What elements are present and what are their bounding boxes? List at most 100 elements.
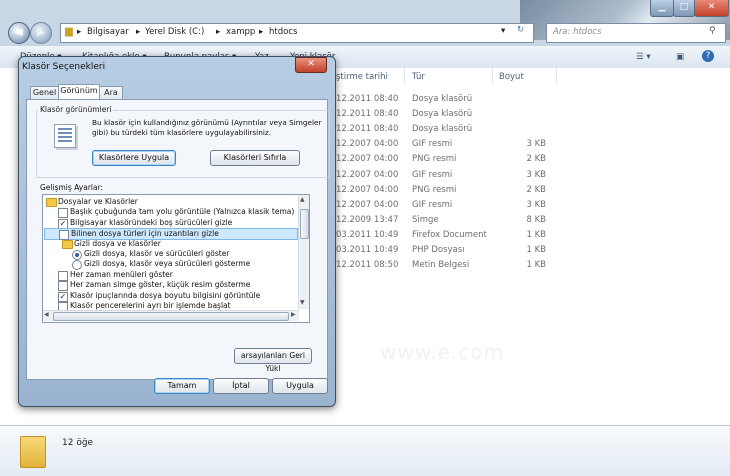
file-date: 12.2007 04:00: [336, 139, 399, 150]
scroll-thumb[interactable]: [300, 209, 309, 239]
vertical-scrollbar[interactable]: ▲ ▼: [298, 195, 309, 309]
help-icon[interactable]: ?: [702, 50, 714, 62]
tree-item[interactable]: ✓ Klasör ipuçlarında dosya boyutu bilgisi…: [44, 290, 296, 302]
column-header-size[interactable]: Boyut: [499, 72, 524, 88]
restore-defaults-button[interactable]: arsayılanları Geri Yükl: [234, 348, 312, 373]
view-options-icon[interactable]: ☰ ▾: [636, 52, 651, 62]
file-size: 2 KB: [526, 184, 546, 195]
ok-button[interactable]: Tamam: [154, 378, 210, 394]
file-size: 3 KB: [526, 169, 546, 180]
file-type: Dosya klasörü: [412, 109, 473, 120]
group-description: Bu klasör için kullandığınız görünümü (A…: [92, 118, 322, 127]
tree-item[interactable]: ✓ Bilgisayar klasöründeki boş sürücüleri …: [44, 217, 296, 229]
search-box[interactable]: Ara: htdocs ⚲: [546, 23, 726, 43]
file-date: 03.2011 10:49: [336, 229, 399, 240]
file-date: 12.2011 08:40: [336, 124, 399, 135]
chevron-right-icon: ▸: [259, 27, 264, 37]
minimize-button[interactable]: ▁: [650, 0, 674, 17]
search-icon[interactable]: ⚲: [709, 26, 716, 36]
file-size: 1 KB: [526, 260, 546, 271]
tab-general[interactable]: Genel: [30, 86, 59, 100]
tree-item-label: Gizli dosya, klasör veya sürücüleri göst…: [84, 259, 251, 269]
tree-item-label: Her zaman simge göster, küçük resim göst…: [70, 280, 251, 290]
chevron-right-icon: ▸: [77, 27, 82, 37]
refresh-icon[interactable]: ↻: [517, 25, 524, 35]
file-size: 1 KB: [526, 245, 546, 255]
forward-button[interactable]: ▶: [30, 22, 52, 44]
file-date: 12.2009 13:47: [336, 214, 399, 225]
search-placeholder[interactable]: Ara: htdocs: [553, 27, 602, 37]
apply-button[interactable]: Uygula: [272, 378, 328, 394]
details-pane: 12 öğe: [0, 425, 730, 476]
tree-item-label: Dosyalar ve Klasörler: [58, 197, 138, 206]
breadcrumb-xampp[interactable]: xampp: [226, 27, 255, 37]
file-size: 8 KB: [526, 214, 546, 225]
file-type: Dosya klasörü: [412, 94, 473, 104]
file-size: 3 KB: [526, 199, 546, 210]
tree-item-label: Başlık çubuğunda tam yolu görüntüle (Yal…: [70, 207, 295, 217]
file-type: GIF resmi: [412, 169, 453, 180]
chevron-right-icon: ▸: [216, 27, 221, 37]
tree-item: Dosyalar ve Klasörler: [44, 197, 296, 207]
file-date: 12.2011 08:40: [336, 109, 399, 120]
tree-item-label: Gizli dosya, klasör ve sürücüleri göster: [84, 249, 230, 258]
folder-icon: [46, 198, 57, 207]
dialog-close-button[interactable]: ✕: [295, 57, 327, 73]
tree-item[interactable]: Her zaman menüleri göster: [44, 269, 296, 281]
file-type: Metin Belgesi: [412, 260, 470, 271]
tree-item[interactable]: Gizli dosya, klasör ve sürücüleri göster: [44, 249, 296, 260]
breadcrumb-bilgisayar[interactable]: Bilgisayar: [87, 27, 129, 37]
tree-item-label: Bilgisayar klasöründeki boş sürücüleri g…: [70, 217, 233, 227]
reset-folders-button[interactable]: Klasörleri Sıfırla: [210, 150, 300, 166]
tab-search[interactable]: Ara: [99, 86, 123, 100]
dialog-title: Klasör Seçenekleri: [22, 62, 106, 72]
item-count: 12 öğe: [62, 438, 94, 448]
file-date: 12.2011 08:50: [336, 260, 399, 271]
file-date: 12.2007 04:00: [336, 184, 399, 195]
group-description: gibi) bu türdeki tüm klasörlere uygulaya…: [92, 128, 272, 137]
breadcrumb-yerel-disk[interactable]: Yerel Disk (C:): [145, 27, 204, 37]
file-type: PNG resmi: [412, 154, 457, 165]
preview-pane-icon[interactable]: ▣: [676, 52, 684, 62]
tree-item[interactable]: Her zaman simge göster, küçük resim göst…: [44, 280, 296, 292]
tab-view[interactable]: Görünüm: [58, 84, 100, 100]
folder-views-icon: [54, 124, 76, 148]
watermark: www.e.com: [380, 340, 504, 364]
tree-item-label: Gizli dosya ve klasörler: [74, 238, 161, 248]
address-bar[interactable]: ▆ ▸ Bilgisayar ▸ Yerel Disk (C:) ▸ xampp…: [60, 23, 534, 43]
advanced-settings-label: Gelişmiş Ayarlar:: [40, 183, 104, 192]
tree-item[interactable]: Başlık çubuğunda tam yolu görüntüle (Yal…: [44, 207, 296, 219]
file-size: 3 KB: [526, 139, 546, 150]
back-button[interactable]: ◀: [8, 22, 30, 44]
horizontal-scrollbar[interactable]: ◀ ▶: [43, 310, 299, 321]
chevron-down-icon[interactable]: ▾: [501, 26, 505, 36]
tree-item: Gizli dosya ve klasörler: [44, 239, 296, 249]
maximize-button[interactable]: □: [673, 0, 695, 17]
file-size: 2 KB: [526, 154, 546, 165]
folder-icon: [20, 436, 46, 468]
group-title: Klasör görünümleri: [38, 105, 114, 114]
file-date: 03.2011 10:49: [336, 245, 399, 255]
tree-item-label: Her zaman menüleri göster: [70, 269, 173, 279]
tree-item-label: Bilinen dosya türleri için uzantıları gi…: [71, 229, 219, 239]
column-header-type[interactable]: Tür: [412, 72, 425, 88]
scroll-thumb[interactable]: [53, 312, 289, 321]
tree-item[interactable]: Gizli dosya, klasör veya sürücüleri göst…: [44, 259, 296, 271]
folder-icon: ▆: [65, 26, 73, 37]
cancel-button[interactable]: İptal: [213, 378, 269, 394]
tree-item-label: Klasör ipuçlarında dosya boyutu bilgisin…: [70, 290, 261, 300]
close-button[interactable]: ✕: [694, 0, 729, 17]
file-date: 12.2007 04:00: [336, 199, 399, 210]
column-header-date[interactable]: ştirme tarihi: [336, 72, 388, 88]
breadcrumb-htdocs[interactable]: htdocs: [269, 27, 297, 37]
folder-icon: [62, 239, 73, 249]
file-type: PNG resmi: [412, 184, 457, 195]
file-date: 12.2007 04:00: [336, 154, 399, 165]
tree-item-label: Klasör pencerelerini ayrı bir işlemde ba…: [70, 301, 231, 310]
file-type: Dosya klasörü: [412, 124, 473, 135]
column-divider: [556, 68, 557, 84]
file-type: PHP Dosyası: [412, 245, 465, 255]
file-date: 12.2011 08:40: [336, 94, 399, 104]
file-type: Simge: [412, 214, 439, 225]
apply-to-folders-button[interactable]: Klasörlere Uygula: [92, 150, 176, 166]
